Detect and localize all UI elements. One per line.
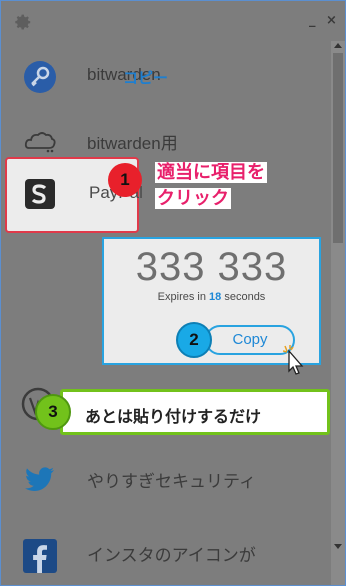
list-item-facebook[interactable]: インスタのアイコンが <box>1 519 333 585</box>
list-item-label: bitwarden用 <box>87 134 178 153</box>
minimize-button[interactable]: _ <box>309 13 316 28</box>
mouse-cursor-icon <box>283 345 304 375</box>
step-badge-1: 1 <box>108 163 142 197</box>
scrollbar[interactable] <box>331 41 345 585</box>
annotation-copy-note: コピー <box>123 69 169 87</box>
close-button[interactable]: × <box>326 13 337 28</box>
key-icon <box>24 61 56 93</box>
scroll-up-arrow-icon[interactable] <box>334 43 342 48</box>
step-badge-3: 3 <box>35 394 71 430</box>
list-item-twitter[interactable]: やりすぎセキュリティ <box>1 445 333 511</box>
twitter-icon <box>25 467 54 491</box>
cloud-icon <box>24 132 56 153</box>
scrollbar-thumb[interactable] <box>333 53 343 243</box>
totp-expiry: Expires in 18 seconds <box>157 291 266 303</box>
annotation-step1-note: 適当に項目を クリック <box>155 162 267 209</box>
title-bar: _ × <box>1 1 345 41</box>
facebook-icon <box>23 539 57 573</box>
step-badge-2: 2 <box>176 322 212 358</box>
scroll-down-arrow-icon[interactable] <box>334 544 342 549</box>
totp-code: 333 333 <box>135 245 288 289</box>
list-item-label: インスタのアイコンが <box>87 546 256 565</box>
list-item-label: やりすぎセキュリティ <box>87 472 256 491</box>
bitwarden-popup-window: _ × bitwarden bitwarden用 やりすぎセキュリティ インスタ… <box>0 0 346 586</box>
copy-button[interactable]: Copy <box>205 325 295 355</box>
expiry-seconds: 18 <box>209 291 222 303</box>
gear-icon[interactable] <box>11 11 33 33</box>
paypal-icon <box>25 179 55 209</box>
annotation-step3-note: あとは貼り付けするだけ <box>60 389 330 435</box>
